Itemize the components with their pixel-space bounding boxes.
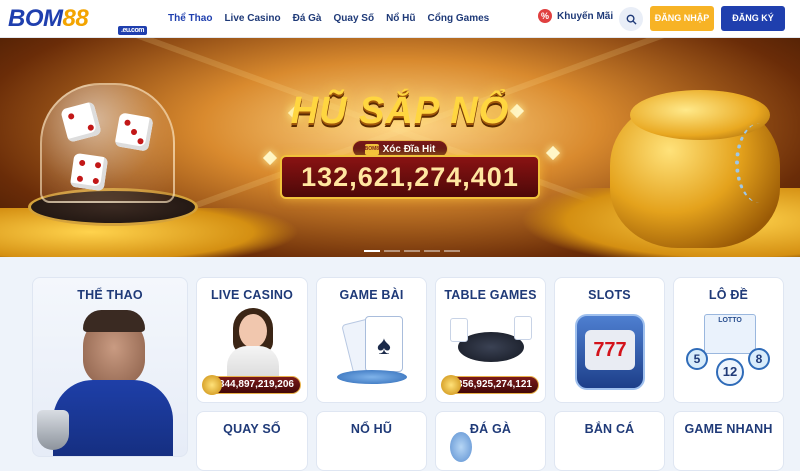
triple-seven-icon: 777 [585,330,635,370]
card-image [514,316,532,340]
jackpot-amount: 132,621,274,401 [280,155,540,199]
promo-label: Khuyến Mãi [557,10,614,22]
dice-image [60,101,102,143]
jackpot-game-name: Xóc Đĩa Hit [382,143,436,155]
carousel-dot[interactable] [424,250,440,252]
nav-da-ga[interactable]: Đá Gà [287,0,328,38]
card-image [450,318,468,342]
category-tile-the-thao[interactable]: THỂ THAO [32,277,188,457]
category-title: NỔ HŨ [350,422,393,436]
live-casino-jackpot: 344,897,219,206 [202,375,301,395]
dice-image [69,152,109,192]
spade-card-icon: ♠ [365,316,403,372]
table-games-jackpot: 356,925,274,121 [441,375,539,395]
category-tile-no-hu[interactable]: NỔ HŨ [316,411,427,471]
lotto-ticket: LOTTO [704,314,756,354]
nav-quay-so[interactable]: Quay Số [328,0,381,38]
slot-machine-icon: 777 [575,314,645,390]
logo-text-main: BOM [8,4,63,32]
dealer-face [239,314,267,348]
chips-image [337,370,407,384]
category-tile-game-nhanh[interactable]: GAME NHANH [673,411,784,471]
lotto-ball: 8 [748,348,770,370]
nav-the-thao[interactable]: Thể Thao [162,0,218,38]
category-tile-table-games[interactable]: TABLE GAMES 356,925,274,121 [435,277,546,403]
category-tile-quay-so[interactable]: QUAY SỐ [196,411,308,471]
site-logo[interactable]: BOM88 .eu.com [8,4,158,35]
category-title: SLOTS [588,288,631,302]
category-title: TABLE GAMES [444,288,537,302]
category-title: BẮN CÁ [584,422,635,436]
pearl-necklace [735,123,785,203]
coin-icon [441,375,461,395]
promo-link[interactable]: % Khuyến Mãi [538,9,613,23]
category-title: LÔ ĐỀ [708,288,749,302]
lotto-label: LOTTO [718,317,742,324]
category-title: GAME BÀI [339,288,404,302]
sparkle-icon [262,150,278,166]
promo-percent-icon: % [538,9,552,23]
logo-domain-tag: .eu.com [118,25,147,35]
jackpot-value: 356,925,274,121 [456,379,532,390]
jackpot-title: HŨ SẮP NỔ [290,90,510,132]
main-nav: Thể Thao Live Casino Đá Gà Quay Số Nổ Hũ… [162,0,495,38]
login-button[interactable]: ĐĂNG NHẬP [650,6,714,31]
nav-no-hu[interactable]: Nổ Hũ [380,0,421,38]
carousel-dot[interactable] [444,250,460,252]
register-button[interactable]: ĐĂNG KÝ [721,6,785,31]
sparkle-icon [545,145,561,161]
dice-image [114,112,154,152]
category-tile-game-bai[interactable]: GAME BÀI ♠ [316,277,427,403]
search-button[interactable] [619,7,643,31]
logo-text-number: 88 [62,4,89,32]
carousel-dot[interactable] [404,250,420,252]
carousel-dots [364,250,460,252]
nav-live-casino[interactable]: Live Casino [218,0,286,38]
category-tile-live-casino[interactable]: LIVE CASINO 344,897,219,206 [196,277,308,403]
coin-icon [202,375,222,395]
search-icon [626,14,637,25]
carousel-dot[interactable] [384,250,400,252]
jackpot-value: 344,897,219,206 [218,379,294,390]
category-tile-lo-de[interactable]: LÔ ĐỀ LOTTO 5 12 8 [673,277,784,403]
lotto-ball: 5 [686,348,708,370]
rooster-image [450,432,472,462]
lotto-ball: 12 [716,358,744,386]
category-tile-slots[interactable]: SLOTS 777 [554,277,665,403]
top-header: BOM88 .eu.com Thể Thao Live Casino Đá Gà… [0,0,800,38]
category-title: QUAY SỐ [223,422,281,436]
category-title: THỂ THAO [77,288,143,302]
category-tile-ban-ca[interactable]: BẮN CÁ [554,411,665,471]
jackpot-banner[interactable]: HŨ SẮP NỔ BOM88 Xóc Đĩa Hit 132,621,274,… [0,38,800,257]
dice-dome [40,83,175,203]
category-title: ĐÁ GÀ [469,422,512,436]
nav-cong-games[interactable]: Cổng Games [422,0,496,38]
category-title: LIVE CASINO [210,288,294,302]
carousel-dot[interactable] [364,250,380,252]
athlete-hair [83,310,145,332]
trophy-image [37,410,69,450]
game-badge-icon: BOM88 [364,143,382,155]
athlete-jersey [53,380,173,456]
category-tile-da-ga[interactable]: ĐÁ GÀ [435,411,546,471]
category-title: GAME NHANH [684,422,773,436]
